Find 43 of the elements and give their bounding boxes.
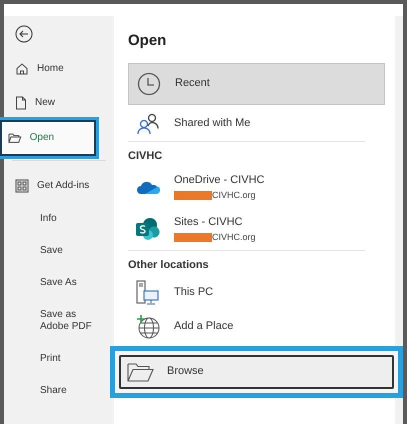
sidebar-item[interactable]: Print — [12, 343, 106, 375]
clock-icon — [137, 72, 161, 96]
location-name: Recent — [175, 76, 210, 92]
folder-icon — [8, 132, 22, 144]
redaction-bar — [174, 190, 212, 200]
location-item[interactable]: Recent — [128, 62, 385, 104]
page-title: Open — [128, 31, 168, 51]
sidebar-item[interactable]: Share — [12, 375, 106, 407]
redaction-bar — [174, 232, 212, 242]
document-icon — [15, 96, 27, 110]
computer-icon — [135, 280, 161, 306]
location-address: CIVHC.org — [212, 230, 256, 244]
location-item[interactable]: OneDrive - CIVHC CIVHC.org — [128, 166, 365, 208]
location-item[interactable]: Shared with Me — [128, 106, 385, 140]
folder-icon — [127, 360, 155, 382]
globe-icon — [135, 314, 161, 340]
location-name: Sites - CIVHC — [174, 215, 244, 230]
location-name: Shared with Me — [174, 116, 250, 132]
sidebar-item[interactable]: Save As — [12, 267, 106, 299]
location-item[interactable]: Sites - CIVHC CIVHC.org — [128, 208, 365, 250]
location-name: Browse — [167, 364, 204, 380]
location-item[interactable]: Add a Place — [128, 310, 365, 344]
location-item[interactable]: Browse — [119, 354, 394, 388]
grid-icon — [15, 179, 29, 193]
location-name: Add a Place — [174, 319, 234, 334]
back-button[interactable] — [14, 24, 34, 44]
location-name: OneDrive - CIVHC — [174, 173, 264, 188]
cloud-icon — [136, 179, 160, 195]
sidebar-item[interactable]: Info — [12, 203, 106, 235]
location-name: This PC — [174, 285, 214, 300]
sidebar-item[interactable]: Save as Adobe PDF — [12, 299, 106, 343]
section-heading: Other locations — [128, 258, 210, 273]
home-icon — [15, 62, 29, 76]
section-heading: CIVHC — [128, 148, 164, 164]
sidebar-item[interactable]: Open — [0, 120, 96, 156]
people-icon — [136, 112, 160, 134]
sidebar-item[interactable]: New — [12, 86, 106, 120]
sidebar-item[interactable]: Home — [12, 52, 106, 86]
sidebar-item[interactable]: Get Add-ins — [12, 169, 106, 203]
location-address: CIVHC.org — [212, 188, 256, 202]
sidebar-item[interactable]: Save — [12, 235, 106, 267]
location-item[interactable]: This PC — [128, 276, 365, 310]
sites-icon — [135, 217, 161, 241]
